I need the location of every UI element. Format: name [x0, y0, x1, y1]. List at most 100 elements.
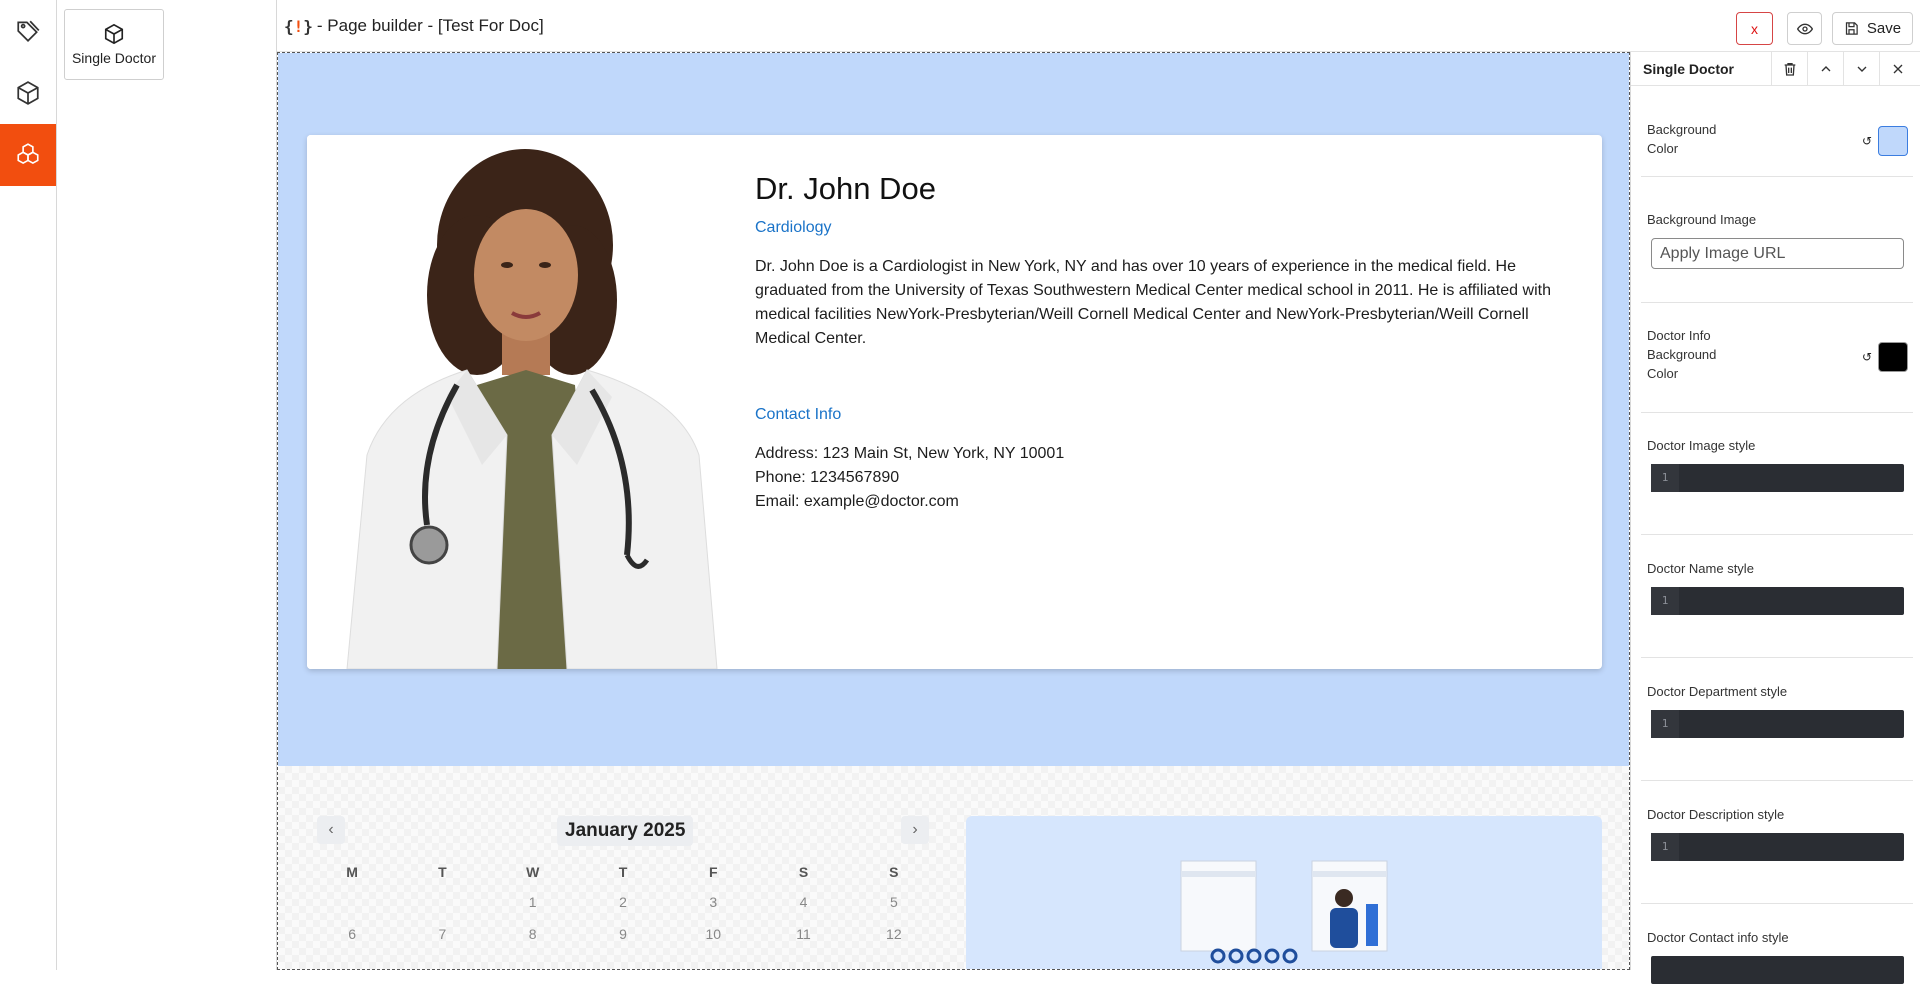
weekday-label: W [526, 864, 540, 880]
doctor-info: Dr. John Doe Cardiology Dr. John Doe is … [755, 171, 1565, 514]
blocks-panel: Single Doctor [57, 0, 277, 970]
calendar-day[interactable]: 11 [758, 926, 848, 944]
calendar-day[interactable]: 4 [758, 894, 848, 912]
eye-icon [1796, 23, 1813, 34]
tag-icon [17, 20, 40, 42]
top-bar: {!} - Page builder - [Test For Doc] x Sa… [277, 0, 1920, 52]
chevron-down-icon [1857, 66, 1866, 72]
name-style-editor[interactable]: 1 [1651, 587, 1904, 615]
reset-icon[interactable]: ↺ [1862, 134, 1872, 148]
department-style-label: Doctor Department style [1647, 684, 1788, 699]
divider [1641, 903, 1913, 904]
calendar-day[interactable]: 12 [849, 926, 939, 944]
weekday-label: M [346, 864, 358, 880]
weekday-label: F [709, 864, 718, 880]
divider [1641, 176, 1913, 177]
chevron-left-icon: ‹ [328, 821, 334, 838]
calendar-day[interactable] [307, 894, 397, 912]
delete-block-button[interactable] [1771, 52, 1807, 86]
bg-image-label: Background Image [1647, 212, 1757, 227]
calendar-day[interactable]: 9 [578, 926, 668, 944]
close-label: x [1751, 20, 1758, 37]
save-button[interactable]: Save [1832, 12, 1913, 45]
doctor-photo [307, 135, 757, 669]
contact-address: Address: 123 Main St, New York, NY 10001 [755, 445, 1065, 462]
move-down-button[interactable] [1843, 52, 1879, 86]
department-style-editor[interactable]: 1 [1651, 710, 1904, 738]
page-canvas: Dr. John Doe Cardiology Dr. John Doe is … [277, 52, 1630, 970]
divider [1641, 412, 1913, 413]
info-bg-color-label: Doctor Info Background Color [1647, 328, 1717, 381]
calendar-grid: M T W T F S S 1 2 3 4 5 6 7 8 9 10 11 12 [307, 864, 939, 944]
booking-illustration [966, 816, 1602, 969]
description-style-editor[interactable]: 1 [1651, 833, 1904, 861]
calendar-next-button[interactable]: › [901, 816, 929, 844]
divider [1641, 657, 1913, 658]
logo-icon: {!} [284, 16, 313, 36]
icon-rail [0, 0, 57, 970]
page-title-text: - Page builder - [Test For Doc] [316, 16, 544, 35]
rail-tags-button[interactable] [0, 0, 56, 62]
reset-icon[interactable]: ↺ [1862, 350, 1872, 364]
contact-email: Email: example@doctor.com [755, 493, 959, 510]
calendar-day[interactable] [397, 894, 487, 912]
preview-button[interactable] [1787, 12, 1822, 45]
calendar-day[interactable]: 8 [488, 926, 578, 944]
calendar-prev-button[interactable]: ‹ [317, 816, 345, 844]
weekday-label: T [438, 864, 447, 880]
chevron-up-icon [1821, 66, 1830, 72]
weekday-label: S [798, 864, 809, 880]
calendar-day[interactable]: 2 [578, 894, 668, 912]
properties-title: Single Doctor [1643, 61, 1735, 77]
calendar-day[interactable]: 5 [849, 894, 939, 912]
blocks-icon [17, 143, 39, 165]
close-button[interactable]: x [1736, 12, 1773, 45]
close-icon [1893, 64, 1902, 74]
contact-heading: Contact Info [755, 406, 842, 423]
description-style-label: Doctor Description style [1647, 807, 1785, 822]
block-single-doctor[interactable]: Single Doctor [64, 9, 164, 80]
bg-color-label: Background Color [1647, 122, 1717, 156]
divider [1641, 534, 1913, 535]
calendar-day[interactable]: 7 [397, 926, 487, 944]
save-icon [1845, 22, 1858, 35]
doctor-name: Dr. John Doe [755, 171, 936, 206]
save-label: Save [1866, 20, 1902, 37]
calendar-day[interactable]: 3 [668, 894, 758, 912]
bg-image-input[interactable] [1651, 238, 1904, 269]
block-label: Single Doctor [71, 50, 157, 66]
contact-phone: Phone: 1234567890 [755, 469, 900, 486]
image-style-editor[interactable]: 1 [1651, 464, 1904, 492]
info-bg-color-swatch[interactable] [1878, 342, 1908, 372]
trash-icon [1784, 63, 1795, 76]
single-doctor-section[interactable]: Dr. John Doe Cardiology Dr. John Doe is … [278, 53, 1629, 766]
close-panel-button[interactable] [1879, 52, 1915, 86]
image-style-label: Doctor Image style [1647, 438, 1756, 453]
rail-components-button[interactable] [0, 124, 56, 186]
contact-info: Address: 123 Main St, New York, NY 10001… [755, 442, 1565, 514]
chevron-right-icon: › [912, 821, 918, 838]
calendar-day[interactable]: 10 [668, 926, 758, 944]
doctor-department: Cardiology [755, 219, 832, 236]
page-title: {!} - Page builder - [Test For Doc] [284, 16, 544, 36]
calendar-month: January 2025 [557, 816, 694, 846]
weekday-label: T [618, 864, 628, 880]
cube-icon [104, 23, 124, 45]
cube-icon [17, 81, 39, 105]
name-style-label: Doctor Name style [1647, 561, 1754, 576]
properties-header: Single Doctor [1631, 52, 1920, 86]
move-up-button[interactable] [1807, 52, 1843, 86]
calendar-day[interactable]: 6 [307, 926, 397, 944]
divider [1641, 302, 1913, 303]
divider [1641, 780, 1913, 781]
doctor-description: Dr. John Doe is a Cardiologist in New Yo… [755, 258, 1551, 347]
rail-blocks-button[interactable] [0, 62, 56, 124]
contact-style-label: Doctor Contact info style [1647, 930, 1789, 945]
calendar-day[interactable]: 1 [488, 894, 578, 912]
contact-style-editor[interactable] [1651, 956, 1904, 984]
booking-section[interactable]: ‹ January 2025 › M T W T F S S 1 2 3 4 5 [278, 766, 1629, 969]
properties-panel: Single Doctor Background Color ↺ Backgro… [1630, 52, 1920, 984]
weekday-label: S [889, 864, 899, 880]
bg-color-swatch[interactable] [1878, 126, 1908, 156]
doctor-card: Dr. John Doe Cardiology Dr. John Doe is … [307, 135, 1602, 669]
